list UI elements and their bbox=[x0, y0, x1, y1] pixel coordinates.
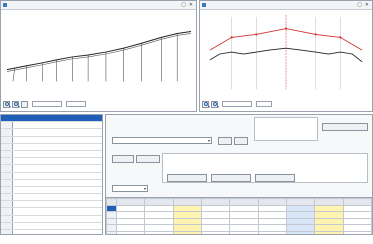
row-number bbox=[1, 143, 13, 150]
profile-ground-line bbox=[6, 31, 192, 71]
table-cell bbox=[106, 230, 117, 234]
magnifier-icon bbox=[204, 101, 208, 106]
option-button-1[interactable] bbox=[167, 174, 207, 182]
section-window-titlebar[interactable]: ▢ ✕ bbox=[200, 1, 372, 10]
row-number bbox=[1, 115, 13, 122]
row-number bbox=[1, 194, 13, 201]
row-number bbox=[1, 215, 13, 222]
magnifier-icon bbox=[5, 101, 9, 106]
row-number bbox=[1, 186, 13, 194]
edit-button[interactable] bbox=[112, 155, 134, 163]
row-number bbox=[1, 208, 13, 215]
table-cell[interactable] bbox=[285, 230, 316, 234]
row-number bbox=[1, 179, 13, 186]
top-button-2[interactable] bbox=[234, 137, 248, 145]
option-group bbox=[162, 153, 368, 183]
section-point bbox=[339, 36, 342, 39]
row-number bbox=[1, 172, 13, 179]
list-item[interactable] bbox=[1, 172, 102, 180]
refresh-button[interactable] bbox=[21, 100, 28, 108]
list-item[interactable] bbox=[1, 136, 102, 144]
list-item[interactable] bbox=[1, 115, 102, 123]
info-box bbox=[254, 117, 318, 141]
list-item[interactable] bbox=[1, 158, 102, 166]
zoom-out-button[interactable] bbox=[12, 100, 19, 108]
option-button-2[interactable] bbox=[211, 174, 251, 182]
table-row[interactable] bbox=[106, 230, 372, 234]
section-field2-input[interactable] bbox=[256, 101, 272, 107]
profile-window-titlebar[interactable]: ▢ ✕ bbox=[1, 1, 196, 10]
zoom-in-button[interactable] bbox=[3, 100, 10, 108]
profile-toolbar bbox=[3, 98, 194, 110]
list-item[interactable] bbox=[1, 122, 102, 130]
row-number bbox=[1, 158, 13, 165]
edit-panel: ▾ ▾ bbox=[105, 114, 373, 235]
app-icon bbox=[3, 3, 7, 7]
section-point bbox=[314, 33, 317, 36]
table-cell[interactable] bbox=[342, 230, 372, 234]
row-number bbox=[1, 222, 13, 229]
profile-field2-input[interactable] bbox=[66, 101, 86, 107]
list-item[interactable] bbox=[1, 129, 102, 137]
station-list[interactable] bbox=[0, 114, 103, 235]
row-number bbox=[1, 165, 13, 172]
table-cell[interactable] bbox=[144, 230, 174, 234]
restore-icon[interactable]: ▢ bbox=[357, 2, 362, 8]
table-cell[interactable] bbox=[115, 230, 146, 234]
profile-svg bbox=[6, 31, 192, 82]
table-cell[interactable] bbox=[229, 230, 259, 234]
list-item[interactable] bbox=[1, 165, 102, 173]
list-item[interactable] bbox=[1, 150, 102, 159]
row-number bbox=[1, 136, 13, 143]
table-cell[interactable] bbox=[200, 230, 231, 234]
data-table[interactable] bbox=[106, 197, 372, 234]
zoom-in-button[interactable] bbox=[202, 100, 209, 108]
table-cell[interactable] bbox=[257, 230, 287, 234]
top-button-1[interactable] bbox=[218, 137, 232, 145]
section-svg bbox=[209, 14, 363, 90]
list-item[interactable] bbox=[1, 230, 102, 234]
list-item[interactable] bbox=[1, 179, 102, 187]
profile-window[interactable]: ▢ ✕ bbox=[0, 0, 197, 112]
restore-icon[interactable]: ▢ bbox=[181, 2, 186, 8]
profile-plan-line bbox=[6, 33, 192, 72]
section-point bbox=[284, 27, 288, 30]
close-icon[interactable]: ✕ bbox=[189, 2, 193, 8]
close-icon[interactable]: ✕ bbox=[365, 2, 369, 8]
row-number bbox=[1, 201, 13, 208]
app-icon bbox=[202, 3, 206, 7]
list-item[interactable] bbox=[1, 222, 102, 230]
row-number bbox=[1, 230, 13, 234]
row-number bbox=[1, 129, 13, 136]
chevron-down-icon: ▾ bbox=[207, 138, 210, 143]
section-toolbar bbox=[202, 98, 370, 110]
list-item[interactable] bbox=[1, 186, 102, 195]
section-point bbox=[255, 33, 258, 36]
row-number bbox=[1, 122, 13, 129]
list-item[interactable] bbox=[1, 201, 102, 209]
profile-field1-input[interactable] bbox=[32, 101, 62, 107]
section-field1-input[interactable] bbox=[222, 101, 252, 107]
line-select[interactable]: ▾ bbox=[112, 137, 212, 144]
section-window[interactable]: ▢ ✕ bbox=[199, 0, 373, 112]
type-select[interactable]: ▾ bbox=[112, 185, 148, 192]
table-cell[interactable] bbox=[314, 230, 344, 234]
row-number bbox=[1, 150, 13, 158]
edit-button-2[interactable] bbox=[136, 155, 160, 163]
chevron-down-icon: ▾ bbox=[143, 186, 146, 191]
table-cell[interactable] bbox=[172, 230, 202, 234]
section-point bbox=[230, 36, 233, 39]
magnifier-icon bbox=[14, 101, 18, 106]
profile-plot[interactable] bbox=[3, 11, 194, 97]
zoom-out-button[interactable] bbox=[211, 100, 218, 108]
section-plot[interactable] bbox=[202, 11, 370, 97]
list-item[interactable] bbox=[1, 194, 102, 202]
right-action-button[interactable] bbox=[322, 123, 368, 131]
magnifier-icon bbox=[213, 101, 217, 106]
list-item[interactable] bbox=[1, 215, 102, 223]
option-button-3[interactable] bbox=[255, 174, 295, 182]
list-item[interactable] bbox=[1, 143, 102, 151]
list-item[interactable] bbox=[1, 208, 102, 216]
profile-station-tick bbox=[12, 67, 16, 82]
